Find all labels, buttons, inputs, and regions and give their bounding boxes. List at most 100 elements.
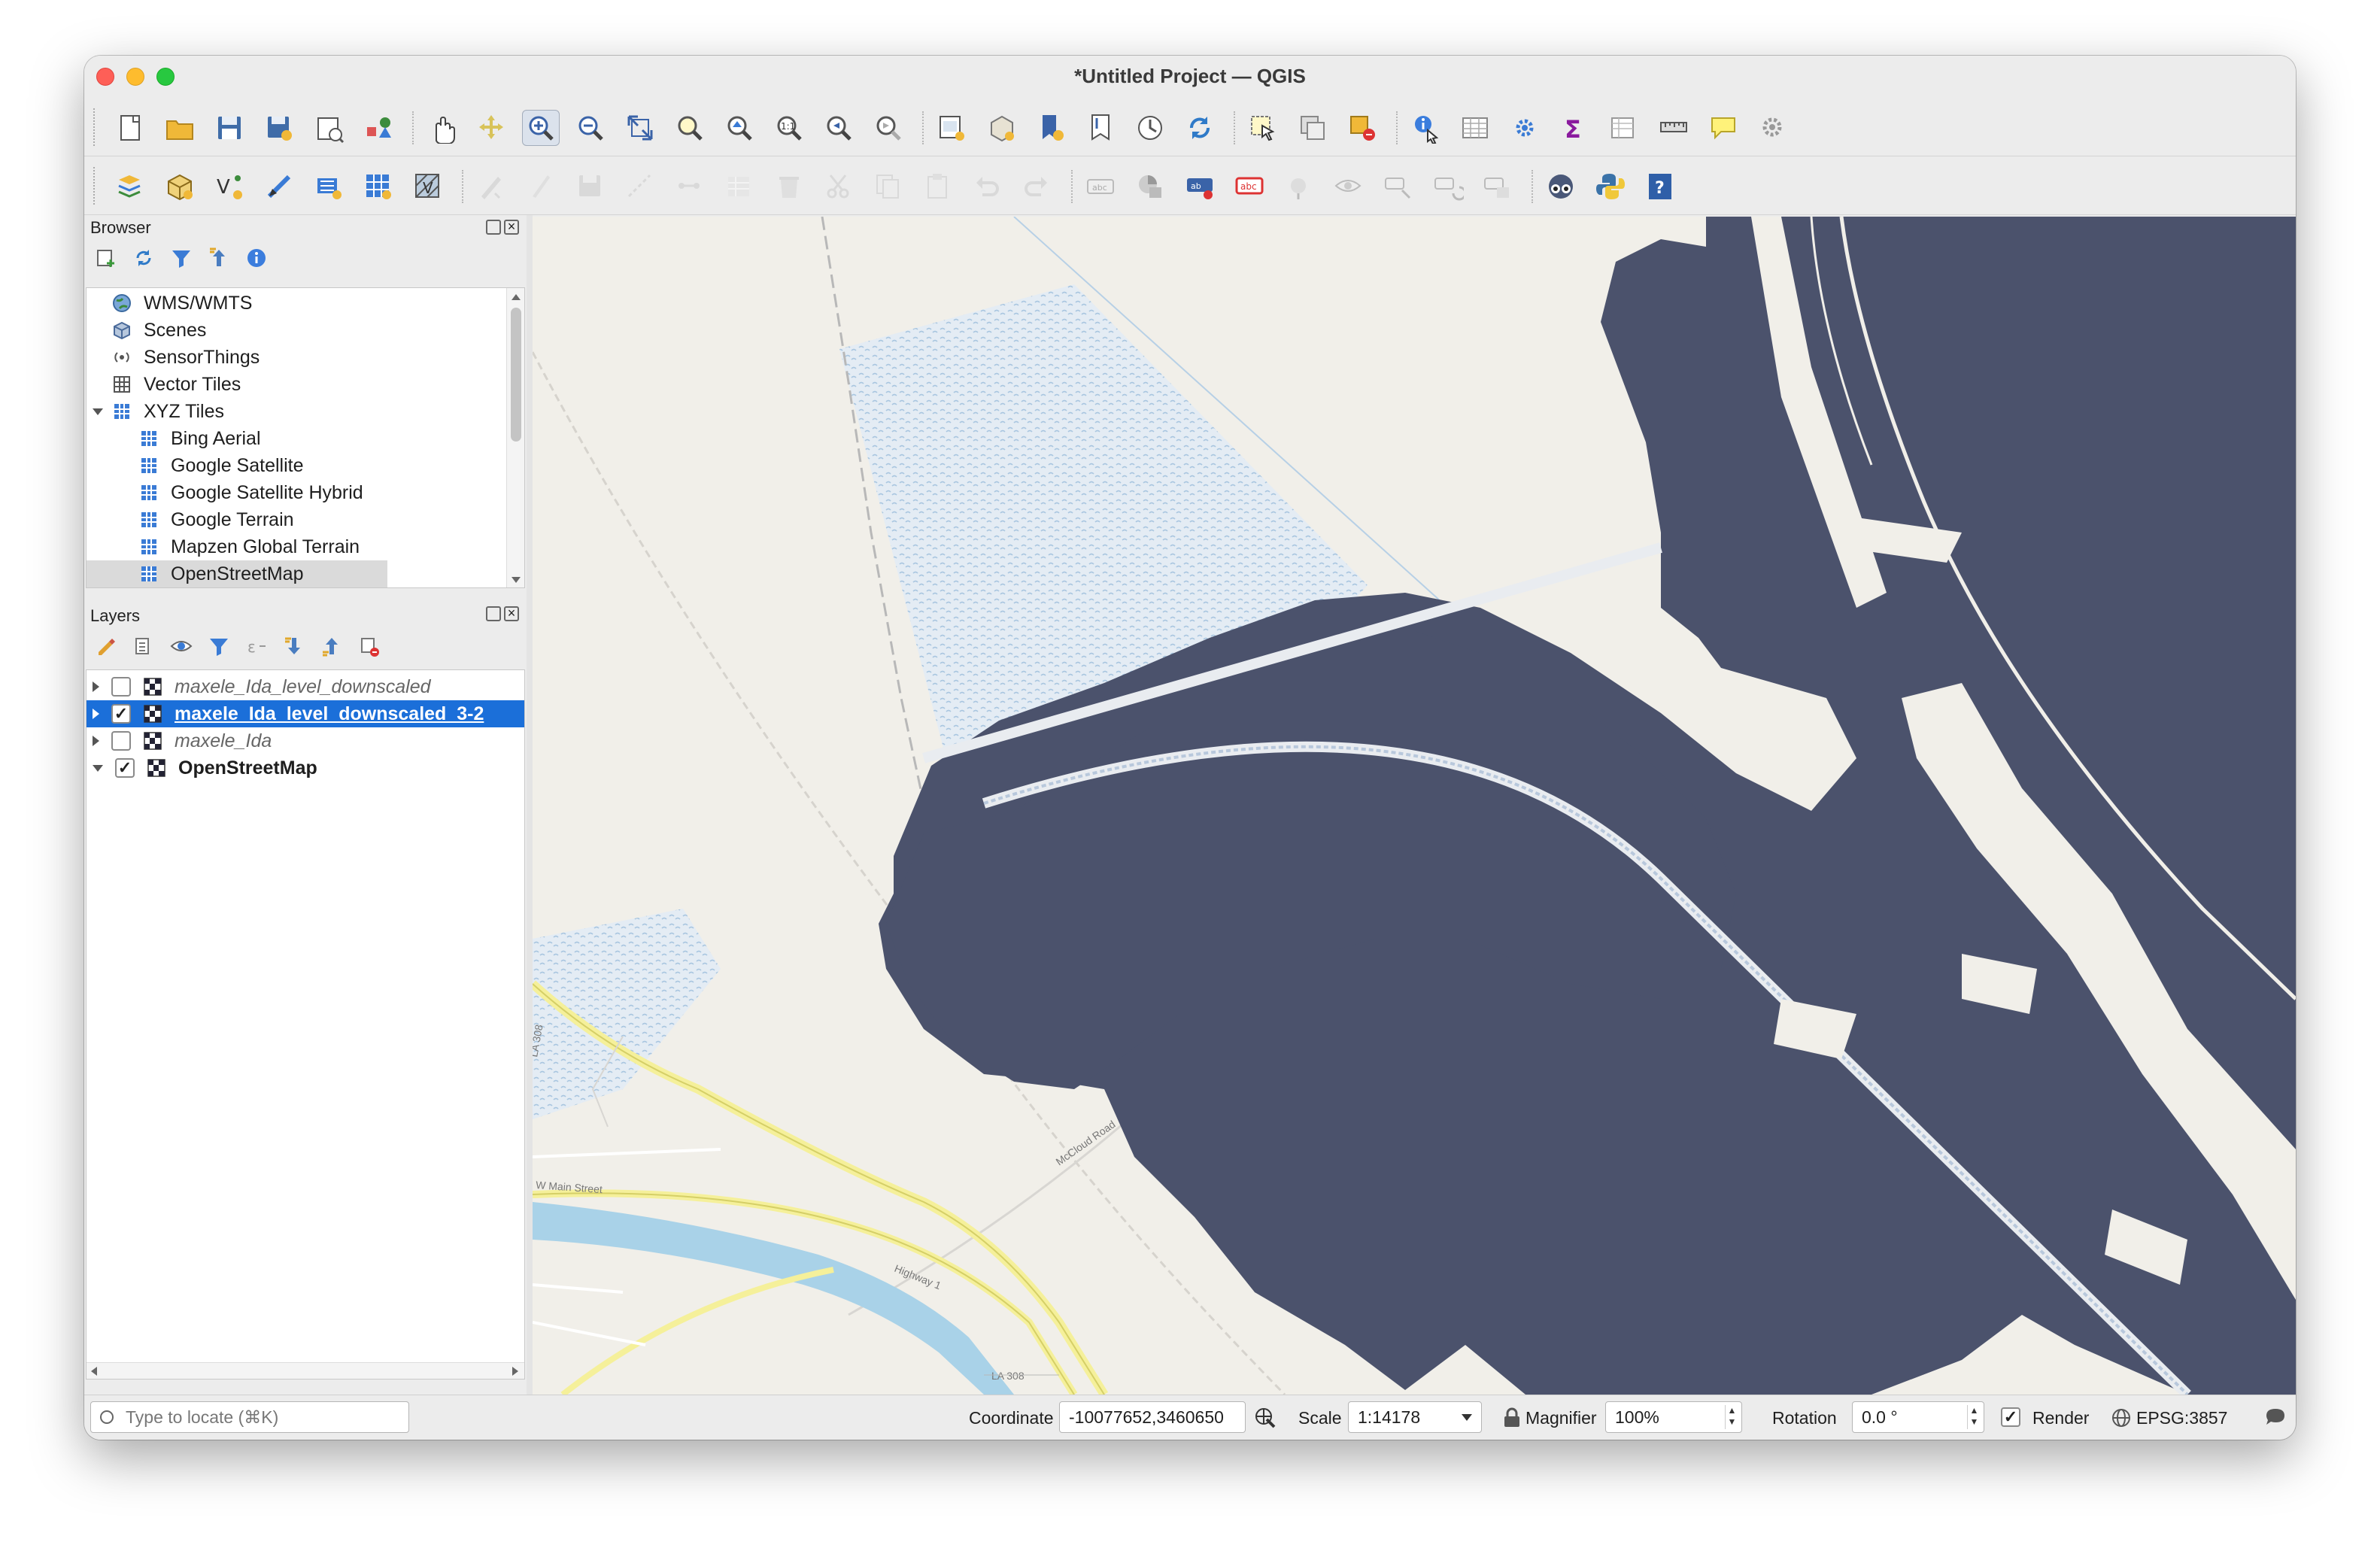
collapsed-arrow-icon[interactable] (93, 709, 99, 719)
browser-item-sensorthings[interactable]: SensorThings (87, 344, 260, 371)
pan-map-button[interactable] (423, 110, 460, 146)
toggle-editing-button[interactable] (522, 168, 560, 205)
expanded-arrow-icon[interactable] (93, 764, 103, 772)
browser-item-mapzen-global-terrain[interactable]: Mapzen Global Terrain (87, 533, 360, 560)
digitize-button[interactable] (621, 168, 659, 205)
map-tips-button[interactable] (1705, 110, 1742, 146)
new-geopackage-layer-button[interactable] (161, 168, 199, 205)
zoom-native-button[interactable]: 1:1 (770, 110, 808, 146)
collapse-all-icon[interactable] (203, 242, 235, 274)
new-3d-view-button[interactable] (982, 110, 1020, 146)
diagram-button[interactable] (1131, 168, 1169, 205)
pin-labels-button[interactable] (1280, 168, 1318, 205)
copy-features-button[interactable] (870, 168, 907, 205)
cut-features-button[interactable] (820, 168, 858, 205)
filter-icon[interactable] (165, 242, 197, 274)
expanded-arrow-icon[interactable] (93, 408, 103, 415)
map-canvas[interactable]: LA 308 W Main Street Highway 1 McCloud R… (533, 217, 2296, 1395)
info-icon[interactable] (241, 242, 272, 274)
manage-visibility-icon[interactable] (165, 630, 197, 662)
collapse-all-icon[interactable] (316, 630, 348, 662)
float-panel-icon[interactable] (486, 606, 501, 621)
remove-layer-icon[interactable] (354, 630, 385, 662)
new-bookmark-button[interactable] (1032, 110, 1070, 146)
zoom-in-button[interactable] (522, 110, 560, 146)
refresh-icon[interactable] (128, 242, 159, 274)
change-label-button[interactable] (1479, 168, 1516, 205)
coordinate-field[interactable]: -10077652,3460650 (1059, 1401, 1246, 1433)
lock-scale-icon[interactable] (1503, 1407, 1521, 1428)
browser-item-bing-aerial[interactable]: Bing Aerial (87, 425, 261, 452)
statistical-summary-button[interactable]: Σ (1556, 110, 1593, 146)
layer-diagram-options-button[interactable]: abc (1231, 168, 1268, 205)
zoom-to-layer-button[interactable] (721, 110, 758, 146)
filter-legend-icon[interactable] (203, 630, 235, 662)
scale-combobox[interactable]: 1:14178 (1348, 1401, 1482, 1433)
show-hide-labels-button[interactable] (1330, 168, 1368, 205)
modify-attributes-button[interactable] (721, 168, 758, 205)
new-shapefile-layer-button[interactable]: V (211, 168, 248, 205)
save-project-button[interactable] (211, 110, 248, 146)
filter-by-expression-icon[interactable]: ε (241, 630, 272, 662)
add-mesh-layer-button[interactable]: V (409, 168, 447, 205)
messages-icon[interactable] (2264, 1406, 2287, 1428)
redo-button[interactable] (1018, 168, 1056, 205)
layer-visibility-checkbox[interactable] (111, 677, 131, 697)
layer-visibility-checkbox[interactable] (111, 731, 131, 751)
data-source-manager-button[interactable] (111, 168, 149, 205)
show-bookmarks-button[interactable] (1082, 110, 1119, 146)
print-layout-button[interactable] (310, 110, 348, 146)
open-project-button[interactable] (161, 110, 199, 146)
rotation-spinbox[interactable]: 0.0 ° ▲ ▼ (1852, 1401, 1984, 1433)
save-as-button[interactable] (260, 110, 298, 146)
python-console-button[interactable] (1592, 168, 1629, 205)
measure-line-button[interactable] (1655, 110, 1692, 146)
layer-row[interactable]: ✓ OpenStreetMap (87, 754, 317, 782)
layer-visibility-checkbox[interactable]: ✓ (115, 758, 135, 778)
select-by-value-button[interactable] (1343, 110, 1381, 146)
browser-item-google-satellite[interactable]: Google Satellite (87, 452, 304, 479)
locator-search-box[interactable]: Type to locate (⌘K) (90, 1401, 409, 1433)
undo-button[interactable] (969, 168, 1006, 205)
deselect-button[interactable] (1294, 110, 1331, 146)
attribute-table-button[interactable] (1456, 110, 1494, 146)
pan-to-selection-button[interactable] (472, 110, 510, 146)
move-label-button[interactable] (1380, 168, 1417, 205)
help-button[interactable]: ? (1641, 168, 1679, 205)
layer-visibility-checkbox[interactable]: ✓ (111, 704, 131, 724)
panel-splitter[interactable] (527, 215, 533, 1395)
open-field-calculator-button[interactable] (1605, 110, 1643, 146)
plugin-button[interactable] (1542, 168, 1580, 205)
browser-item-xyz-tiles[interactable]: XYZ Tiles (87, 398, 224, 425)
browser-item-scenes[interactable]: Scenes (87, 317, 206, 344)
expand-all-icon[interactable] (278, 630, 310, 662)
new-virtual-layer-button[interactable] (310, 168, 348, 205)
browser-item-google-terrain[interactable]: Google Terrain (87, 506, 294, 533)
temporal-controller-button[interactable] (1131, 110, 1169, 146)
crs-label[interactable]: EPSG:3857 (2136, 1408, 2227, 1428)
zoom-to-selection-button[interactable] (671, 110, 709, 146)
browser-item-google-satellite-hybrid[interactable]: Google Satellite Hybrid (87, 479, 363, 506)
layer-labeling-options-button[interactable]: ab (1181, 168, 1219, 205)
layer-row[interactable]: ✓ maxele_Ida_level_downscaled_3-2 (87, 700, 524, 727)
new-project-button[interactable] (111, 110, 149, 146)
select-features-button[interactable] (1244, 110, 1282, 146)
zoom-next-button[interactable] (870, 110, 907, 146)
refresh-button[interactable] (1181, 110, 1219, 146)
browser-item-wms-wmts[interactable]: WMS/WMTS (87, 290, 252, 317)
close-panel-icon[interactable]: × (504, 606, 519, 621)
layer-row[interactable]: maxele_Ida_level_downscaled (87, 673, 431, 700)
layers-hscrollbar[interactable] (87, 1362, 524, 1379)
collapsed-arrow-icon[interactable] (93, 736, 99, 746)
float-panel-icon[interactable] (486, 220, 501, 235)
locator-settings-button[interactable] (1754, 110, 1792, 146)
style-manager-button[interactable] (360, 110, 397, 146)
processing-toolbox-button[interactable] (1506, 110, 1544, 146)
add-selected-icon[interactable] (90, 242, 122, 274)
identify-features-button[interactable] (1407, 110, 1444, 146)
vertex-tool-button[interactable] (671, 168, 709, 205)
coordinate-toggle-icon[interactable] (1253, 1406, 1277, 1430)
current-edits-button[interactable] (472, 168, 510, 205)
browser-item-vector-tiles[interactable]: Vector Tiles (87, 371, 241, 398)
save-edits-button[interactable] (572, 168, 609, 205)
